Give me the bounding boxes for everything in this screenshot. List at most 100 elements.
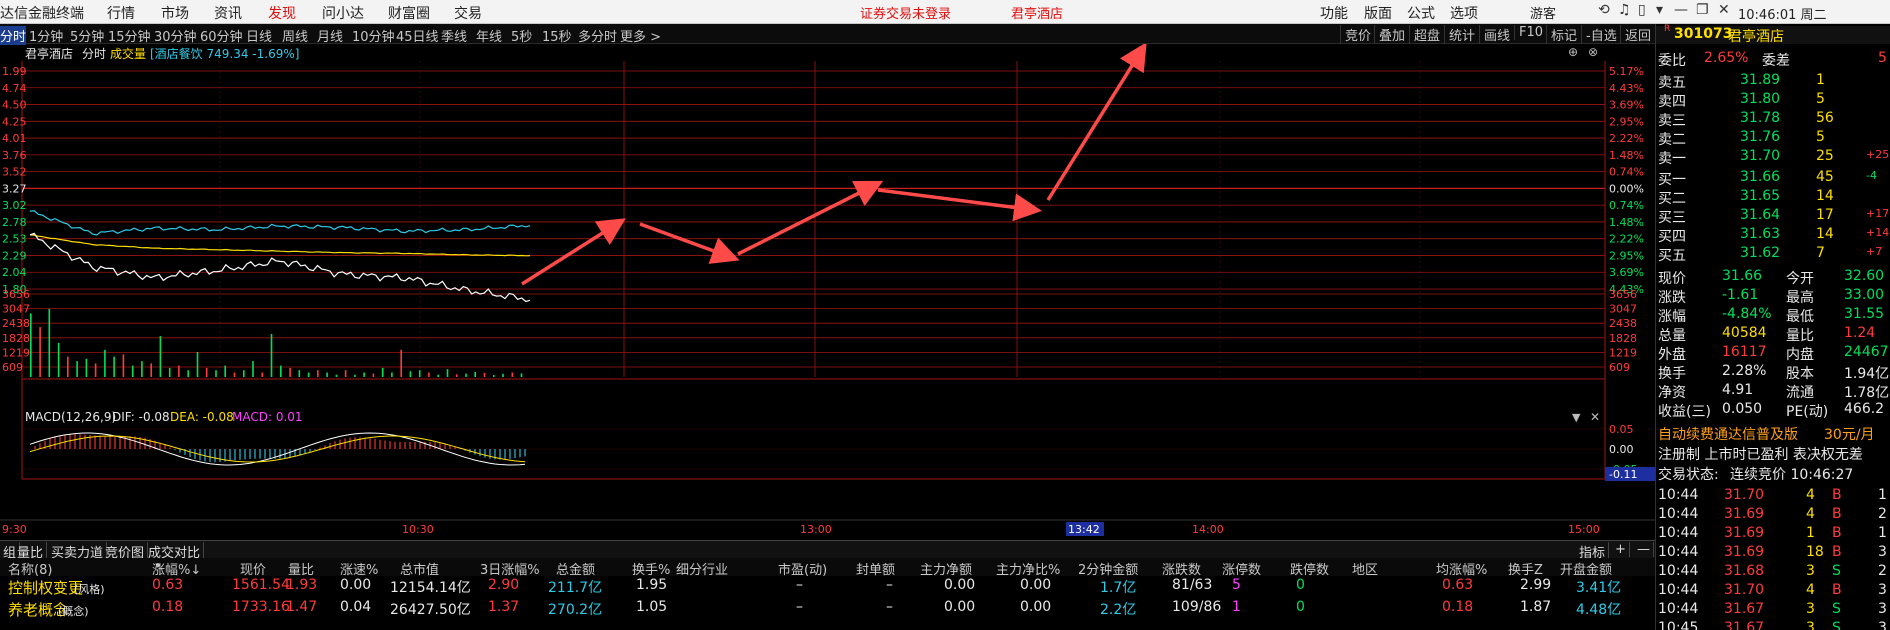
- tool-overlay[interactable]: 叠加: [1374, 25, 1405, 44]
- pct-tick-label: 0.74%: [1609, 166, 1644, 179]
- bid-change: +7: [1866, 245, 1883, 258]
- period-more[interactable]: 更多 >: [620, 26, 661, 45]
- menu-market[interactable]: 市场: [161, 3, 189, 23]
- macd-title: MACD(12,26,9): [25, 410, 116, 424]
- ad-text[interactable]: 自动续费通达信普及版: [1658, 424, 1798, 444]
- tool-stats[interactable]: 统计: [1444, 25, 1475, 44]
- period-30min[interactable]: 30分钟: [154, 26, 197, 45]
- bid-label: 买二: [1658, 191, 1686, 207]
- menu-ask[interactable]: 问小达: [322, 3, 364, 23]
- pct-tick-label: 2.95%: [1609, 249, 1644, 262]
- volume-bar: [122, 354, 125, 377]
- macd-close-icon[interactable]: ✕: [1590, 410, 1600, 424]
- tool-back[interactable]: 返回: [1620, 25, 1651, 44]
- menu-formula[interactable]: 公式: [1407, 3, 1435, 23]
- quote-row: 换手 2.28% 股本 1.94亿: [1656, 363, 1890, 382]
- price-tick-label: 2.04: [2, 266, 27, 279]
- menu-function[interactable]: 功能: [1320, 3, 1348, 23]
- ask-row: 卖五 31.89 1: [1656, 72, 1890, 91]
- macd-dea: DEA: -0.08: [170, 410, 234, 424]
- menu-layout[interactable]: 版面: [1364, 3, 1392, 23]
- price-line: [29, 232, 531, 303]
- tab-minimize[interactable]: —: [1634, 542, 1654, 557]
- volume-bar: [344, 370, 347, 377]
- period-month[interactable]: 月线: [317, 26, 343, 45]
- tool-f10[interactable]: F10: [1514, 25, 1543, 40]
- tick-time: 10:44: [1658, 487, 1699, 503]
- volume-bar: [243, 370, 245, 377]
- notice-stock[interactable]: 君亭酒店: [1011, 3, 1063, 22]
- period-year[interactable]: 年线: [476, 26, 502, 45]
- login-notice[interactable]: 证券交易未登录: [860, 3, 951, 22]
- tick-count: 3: [1878, 601, 1887, 617]
- menu-market-quote[interactable]: 行情: [107, 3, 135, 23]
- tick-row: 10:44 31.70 4 B 1: [1656, 487, 1890, 505]
- tool-watchlist[interactable]: -自选: [1581, 25, 1617, 44]
- period-10min[interactable]: 10分钟: [352, 26, 395, 45]
- tool-auction[interactable]: 竞价: [1340, 25, 1371, 44]
- period-intraday[interactable]: 分时: [0, 26, 27, 45]
- period-60min[interactable]: 60分钟: [200, 26, 243, 45]
- quote-value: 16117: [1722, 344, 1767, 360]
- pct-tick-label: 0.00%: [1609, 182, 1644, 195]
- user-label[interactable]: 游客: [1530, 3, 1556, 22]
- volume-bar: [455, 374, 458, 377]
- ask-row: 卖一 31.70 25 +25: [1656, 148, 1890, 167]
- close-icon[interactable]: ✕: [1718, 2, 1730, 18]
- tool-draw[interactable]: 画线: [1479, 25, 1510, 44]
- table-row[interactable]: 控制权变更 (风格) 0.63 1561.54 1.93 0.00 12154.14亿 2.9…: [0, 576, 1655, 597]
- ask-price: 31.89: [1740, 72, 1781, 88]
- trade-status-label: 交易状态:: [1658, 467, 1719, 483]
- period-5sec[interactable]: 5秒: [511, 26, 532, 45]
- table-cell: 1.47: [286, 599, 318, 615]
- volume-bar: [409, 371, 412, 377]
- phone-icon[interactable]: ▯: [1638, 2, 1646, 18]
- period-week[interactable]: 周线: [282, 26, 308, 45]
- ask-volume: 5: [1816, 129, 1825, 145]
- menu-wealth-circle[interactable]: 财富圈: [388, 3, 430, 23]
- period-15min[interactable]: 15分钟: [108, 26, 151, 45]
- menu-options[interactable]: 选项: [1450, 3, 1478, 23]
- menu-news[interactable]: 资讯: [214, 3, 242, 23]
- period-quarter[interactable]: 季线: [441, 26, 467, 45]
- price-tick-label: 3.02: [2, 199, 27, 212]
- pct-tick-label: 1.48%: [1609, 216, 1644, 229]
- period-45day[interactable]: 45日线: [396, 26, 439, 45]
- menu-trade[interactable]: 交易: [454, 3, 482, 23]
- minimize-icon[interactable]: —: [1674, 2, 1688, 18]
- volume-bar: [511, 372, 514, 377]
- period-5min[interactable]: 5分钟: [70, 26, 104, 45]
- chart-expand-icon[interactable]: ⊕: [1568, 45, 1578, 59]
- volume-bar: [354, 374, 356, 377]
- period-1min[interactable]: 1分钟: [29, 26, 63, 45]
- tool-super[interactable]: 超盘: [1409, 25, 1440, 44]
- tick-count: 3: [1878, 544, 1887, 560]
- period-multi-intraday[interactable]: 多分时: [578, 26, 617, 45]
- period-day[interactable]: 日线: [246, 26, 272, 45]
- table-cell: 1733.16: [232, 599, 290, 615]
- quote-value-2: 31.55: [1844, 306, 1885, 322]
- bell-icon[interactable]: ♫: [1618, 2, 1631, 18]
- macd-dropdown-icon[interactable]: ▼: [1572, 411, 1581, 424]
- table-cell: –: [886, 599, 893, 615]
- tick-time: 10:44: [1658, 544, 1699, 560]
- quote-value: -4.84%: [1722, 306, 1772, 322]
- tab-add[interactable]: +: [1612, 542, 1630, 557]
- period-15sec[interactable]: 15秒: [542, 26, 572, 45]
- price-tick-label: 2.53: [2, 233, 27, 246]
- menu-dropdown-icon[interactable]: ▾: [1656, 2, 1663, 18]
- intraday-chart[interactable]: 1.99 5.17% 4.74 4.43% 4.50 3.69% 4.25 2.95% 4.01…: [0, 44, 1655, 540]
- avg-price-line: [29, 234, 531, 257]
- table-row[interactable]: 养老概念 (概念) 0.18 1733.16 1.47 0.04 26427.50亿 1.37…: [0, 598, 1655, 619]
- chart-close-icon[interactable]: ⊗: [1588, 45, 1598, 59]
- restore-icon[interactable]: ❐: [1696, 2, 1709, 18]
- ask-volume: 1: [1816, 72, 1825, 88]
- refresh-icon[interactable]: ⟲: [1598, 2, 1610, 18]
- quote-value-2: 33.00: [1844, 287, 1885, 303]
- tick-time: 10:44: [1658, 506, 1699, 522]
- quote-value: 2.28%: [1722, 363, 1767, 379]
- tool-mark[interactable]: 标记: [1546, 25, 1577, 44]
- sector-name: 控制权变更: [8, 579, 84, 597]
- ad-price[interactable]: 30元/月: [1824, 424, 1875, 444]
- menu-discover[interactable]: 发现: [268, 3, 296, 23]
